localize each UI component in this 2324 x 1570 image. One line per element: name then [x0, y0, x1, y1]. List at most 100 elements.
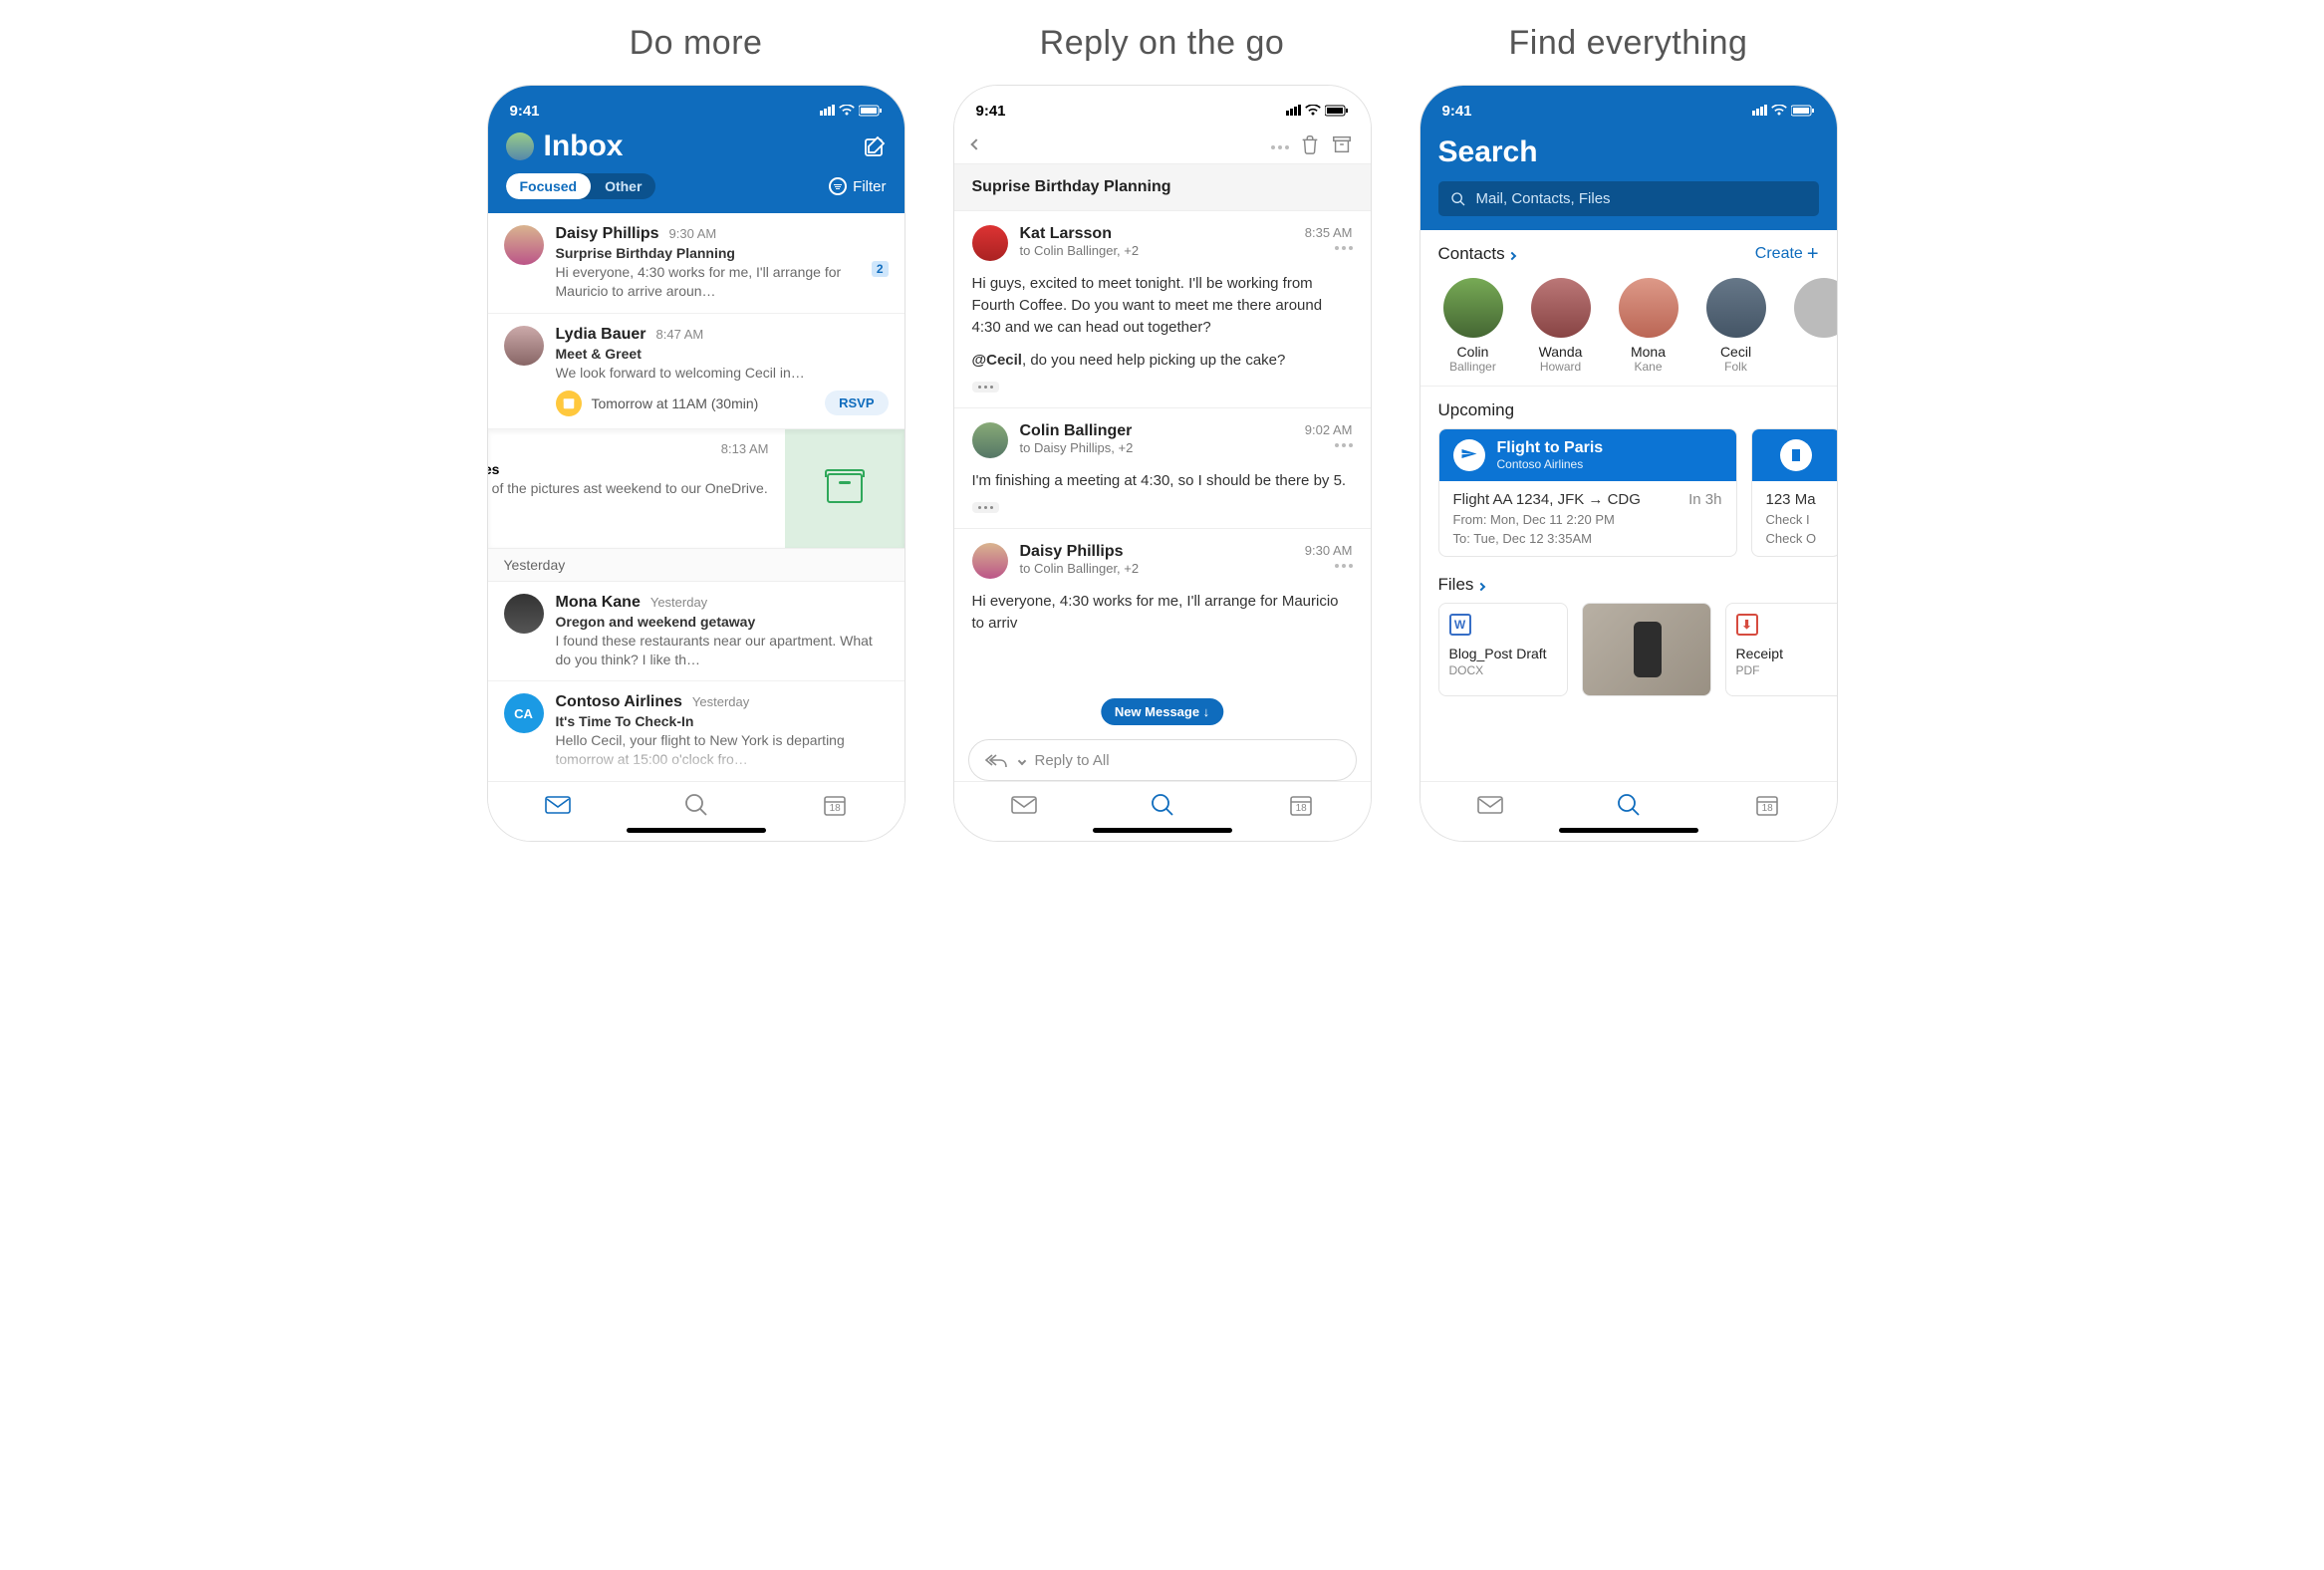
- search-icon: [1450, 191, 1466, 207]
- mention[interactable]: @Cecil: [972, 352, 1022, 369]
- section-header-yesterday: Yesterday: [488, 549, 904, 582]
- tab-calendar[interactable]: 18: [1754, 792, 1780, 818]
- compose-icon[interactable]: [863, 134, 887, 158]
- home-indicator: [627, 828, 766, 833]
- avatar: [504, 225, 544, 265]
- page-title: Inbox: [544, 130, 853, 163]
- tab-other[interactable]: Other: [591, 173, 655, 199]
- status-time: 9:41: [510, 103, 540, 120]
- reply-all-icon[interactable]: [983, 751, 1009, 769]
- back-button[interactable]: [972, 135, 980, 153]
- tab-mail[interactable]: [544, 794, 572, 816]
- message-more-icon[interactable]: [1305, 564, 1353, 568]
- tab-focused[interactable]: Focused: [506, 173, 592, 199]
- message-more-icon[interactable]: [1305, 246, 1353, 250]
- calendar-chip-text: Tomorrow at 11AM (30min): [592, 395, 759, 411]
- contact-item[interactable]: ColinBallinger: [1438, 278, 1508, 374]
- contacts-strip: ColinBallinger WandaHoward MonaKane Ceci…: [1420, 278, 1837, 386]
- wifi-icon: [1771, 105, 1787, 117]
- battery-icon: [859, 105, 883, 117]
- battery-icon: [1325, 105, 1349, 117]
- home-indicator: [1559, 828, 1698, 833]
- panel-title-1: Do more: [487, 24, 905, 63]
- cellular-icon: [819, 104, 835, 119]
- contact-item[interactable]: WandaHoward: [1526, 278, 1596, 374]
- wifi-icon: [839, 105, 855, 117]
- tab-mail[interactable]: [1010, 794, 1038, 816]
- cellular-icon: [1751, 104, 1767, 119]
- statusbar: 9:41: [488, 86, 904, 126]
- panel-title-2: Reply on the go: [953, 24, 1372, 63]
- inbox-segmented-control: Focused Other: [506, 173, 656, 199]
- email-row-swiped[interactable]: 8:13 AM ste Burton Bonding Pictures cil,…: [488, 429, 904, 549]
- file-card[interactable]: ⬇ Receipt PDF: [1725, 603, 1837, 696]
- rsvp-button[interactable]: RSVP: [825, 391, 888, 415]
- more-icon[interactable]: [1271, 139, 1289, 149]
- thread-message[interactable]: Kat Larsson to Colin Ballinger, +2 8:35 …: [954, 211, 1371, 408]
- word-file-icon: W: [1449, 614, 1471, 636]
- archive-swipe-action[interactable]: [785, 429, 904, 548]
- email-list: Daisy Phillips9:30 AM Surprise Birthday …: [488, 213, 904, 841]
- pdf-file-icon: ⬇: [1736, 614, 1758, 636]
- filter-button[interactable]: Filter: [829, 177, 886, 195]
- profile-avatar[interactable]: [506, 132, 534, 160]
- avatar: [504, 326, 544, 366]
- tab-calendar[interactable]: 18: [1288, 792, 1314, 818]
- reply-placeholder: Reply to All: [1035, 752, 1110, 769]
- new-message-pill[interactable]: New Message ↓: [1101, 698, 1223, 725]
- avatar: [504, 594, 544, 634]
- status-time: 9:41: [976, 103, 1006, 120]
- email-row[interactable]: Mona KaneYesterday Oregon and weekend ge…: [488, 582, 904, 682]
- avatar: [972, 225, 1008, 261]
- contact-item[interactable]: CecilFolk: [1701, 278, 1771, 374]
- thread-message[interactable]: Daisy Phillips to Colin Ballinger, +2 9:…: [954, 529, 1371, 649]
- calendar-chip-icon: [556, 391, 582, 416]
- contacts-section-link[interactable]: Contacts: [1438, 244, 1516, 264]
- email-row[interactable]: Lydia Bauer8:47 AM Meet & Greet We look …: [488, 314, 904, 429]
- files-section-link[interactable]: Files: [1420, 557, 1837, 603]
- count-badge: 2: [872, 261, 889, 277]
- avatar: [972, 422, 1008, 458]
- search-placeholder: Mail, Contacts, Files: [1476, 190, 1611, 207]
- tab-search[interactable]: [1616, 792, 1642, 818]
- statusbar: 9:41: [1420, 86, 1837, 126]
- tab-search[interactable]: [1150, 792, 1175, 818]
- tab-search[interactable]: [683, 792, 709, 818]
- reply-bar[interactable]: Reply to All: [968, 739, 1357, 781]
- battery-icon: [1791, 105, 1815, 117]
- cellular-icon: [1285, 104, 1301, 119]
- create-contact-button[interactable]: Create +: [1755, 245, 1819, 263]
- reply-chevron-icon[interactable]: [1019, 751, 1025, 769]
- avatar: CA: [504, 693, 544, 733]
- thread-message[interactable]: Colin Ballinger to Daisy Phillips, +2 9:…: [954, 408, 1371, 529]
- expand-quote-icon[interactable]: [972, 382, 999, 392]
- trash-icon[interactable]: [1299, 133, 1321, 155]
- email-row[interactable]: Daisy Phillips9:30 AM Surprise Birthday …: [488, 213, 904, 314]
- file-card[interactable]: W Blog_Post Draft DOCX: [1438, 603, 1568, 696]
- tab-calendar[interactable]: 18: [822, 792, 848, 818]
- contact-item[interactable]: MonaKane: [1614, 278, 1683, 374]
- search-input[interactable]: Mail, Contacts, Files: [1438, 181, 1819, 216]
- phone-thread: 9:41 Suprise Birthday Planning: [953, 85, 1372, 842]
- archive-icon: [827, 473, 863, 503]
- panel-title-3: Find everything: [1420, 24, 1838, 63]
- home-indicator: [1093, 828, 1232, 833]
- contact-item[interactable]: [1789, 278, 1837, 374]
- expand-quote-icon[interactable]: [972, 502, 999, 513]
- tab-mail[interactable]: [1476, 794, 1504, 816]
- wifi-icon: [1305, 105, 1321, 117]
- upcoming-flight-card[interactable]: Flight to Paris Contoso Airlines Flight …: [1438, 428, 1737, 557]
- phone-inbox: 9:41 Inbox Focused: [487, 85, 905, 842]
- thread-subject: Suprise Birthday Planning: [954, 163, 1371, 211]
- avatar: [972, 543, 1008, 579]
- status-time: 9:41: [1442, 103, 1472, 120]
- archive-icon[interactable]: [1331, 133, 1353, 155]
- email-row[interactable]: CA Contoso AirlinesYesterday It's Time T…: [488, 681, 904, 782]
- airplane-icon: [1453, 439, 1485, 471]
- upcoming-hotel-card[interactable]: 123 Ma Check I Check O: [1751, 428, 1837, 557]
- file-thumbnail[interactable]: [1582, 603, 1711, 696]
- hotel-icon: [1780, 439, 1812, 471]
- statusbar: 9:41: [954, 86, 1371, 126]
- message-more-icon[interactable]: [1305, 443, 1353, 447]
- page-title: Search: [1438, 135, 1819, 169]
